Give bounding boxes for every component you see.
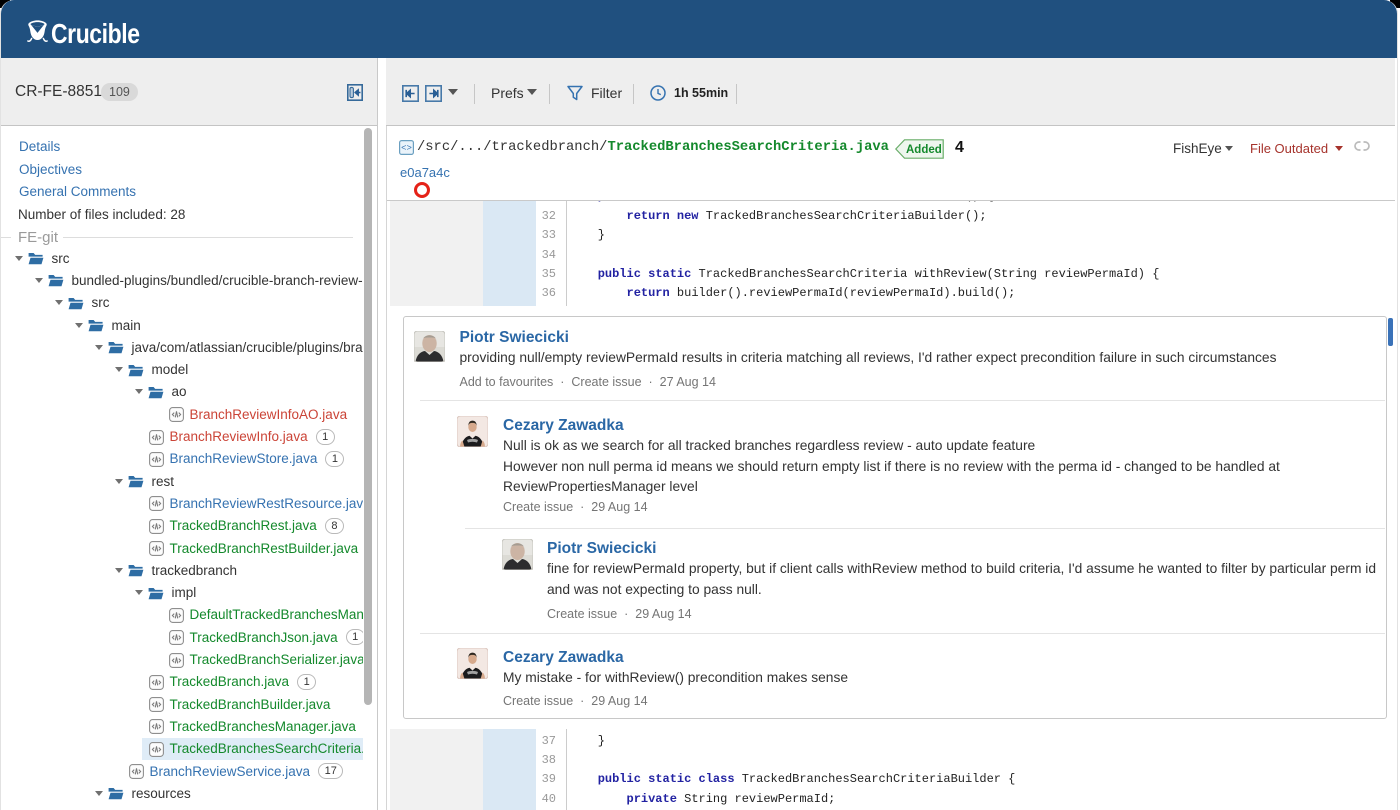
svg-text:Added: Added <box>906 144 942 156</box>
svg-text:<>: <> <box>401 144 412 154</box>
